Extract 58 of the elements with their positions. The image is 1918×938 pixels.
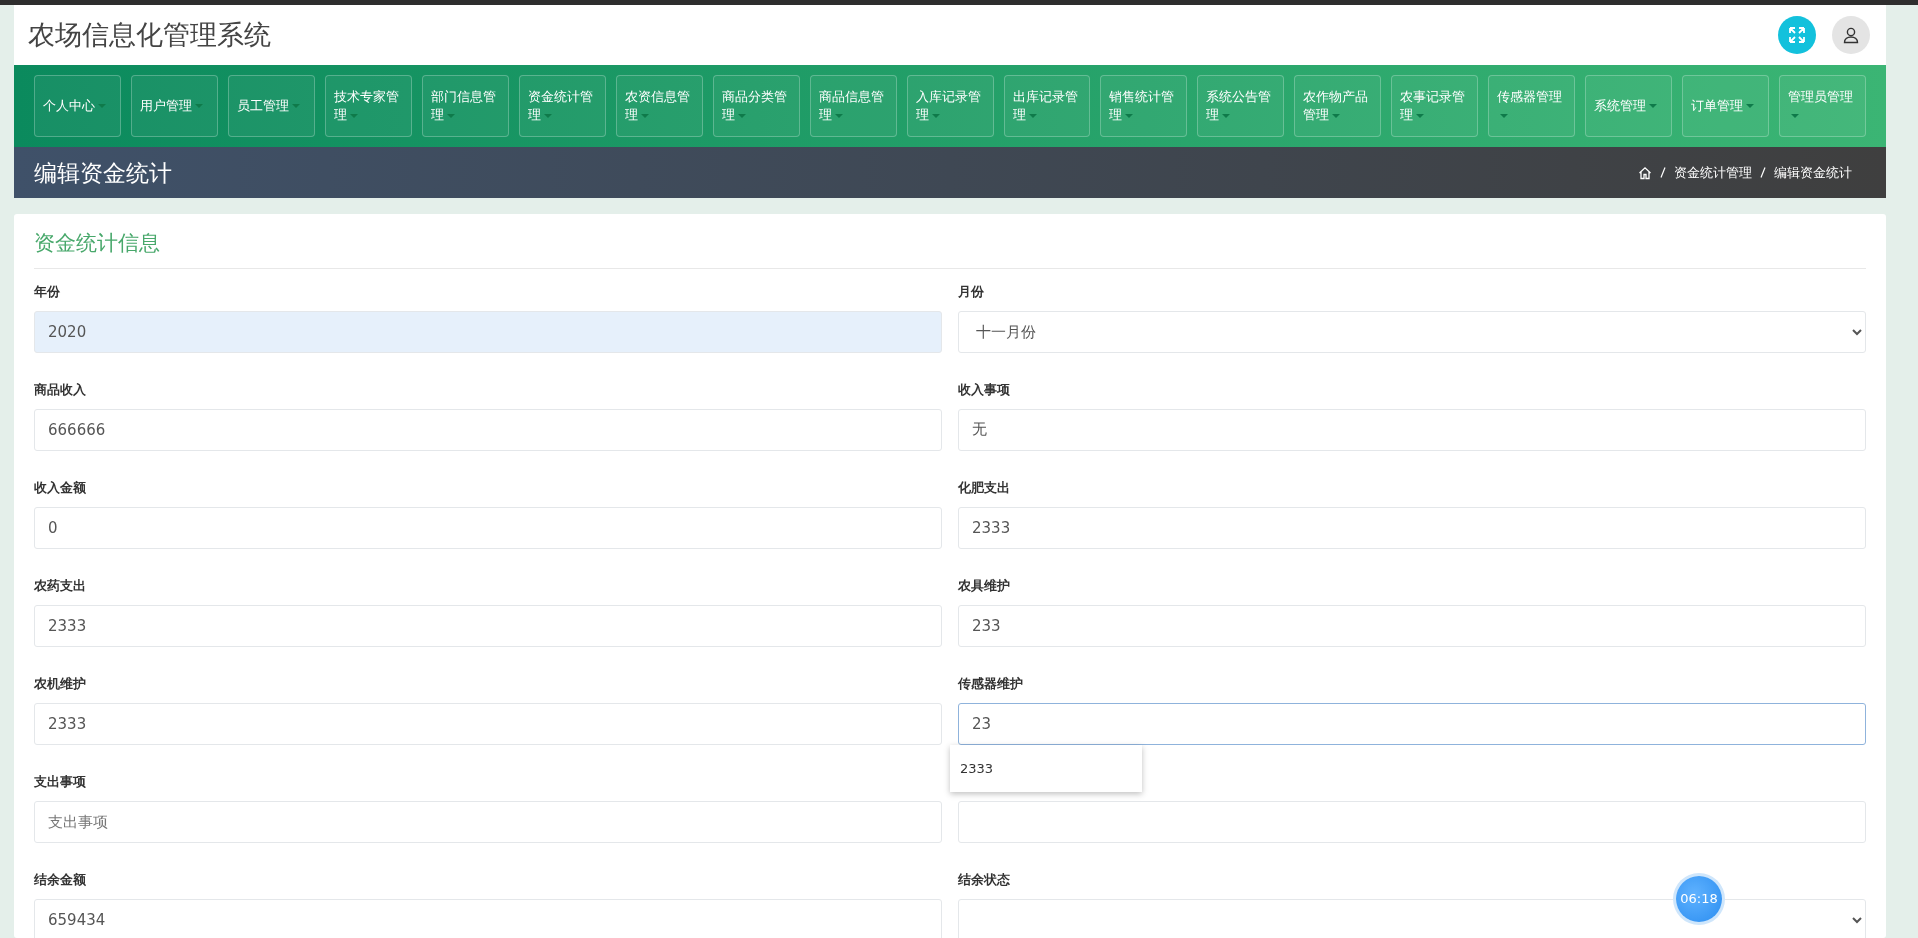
field-label: 传感器维护 (958, 674, 1024, 693)
page-title: 编辑资金统计 (34, 158, 172, 188)
nav-menu-item[interactable]: 销售统计管理 (1100, 75, 1188, 138)
expand-icon (1788, 26, 1806, 45)
timer-badge[interactable]: 06:18 (1676, 876, 1722, 922)
nav-menu-item[interactable]: 部门信息管理 (421, 75, 509, 138)
input-field[interactable] (958, 800, 1866, 843)
field-label: 农具维护 (958, 576, 1011, 595)
fullscreen-button[interactable] (1778, 16, 1816, 55)
breadcrumb-link[interactable]: 资金统计管理 (1674, 163, 1752, 183)
field-label: 商品收入 (34, 380, 87, 399)
nav-menu-item[interactable]: 系统公告管理 (1197, 75, 1285, 138)
nav-menu-item[interactable]: 农作物产品管理 (1294, 75, 1382, 138)
field-label: 结余状态 (958, 870, 1011, 889)
nav-menu-item[interactable]: 出库记录管理 (1003, 75, 1091, 138)
breadcrumb-separator-icon (1760, 167, 1766, 179)
input-field[interactable]: 2333 (34, 702, 942, 745)
nav-menu-item[interactable]: 管理员管理 (1779, 75, 1867, 138)
home-icon[interactable] (1638, 165, 1652, 180)
field-label: 支出事项 (34, 772, 87, 791)
nav-menu-item[interactable]: 传感器管理 (1488, 75, 1576, 138)
field-label: 农机维护 (34, 674, 87, 693)
input-field[interactable]: 2020 (34, 310, 942, 353)
nav-menu-item[interactable]: 技术专家管理 (324, 75, 412, 138)
app-title: 农场信息化管理系统 (28, 17, 271, 52)
input-field[interactable]: 666666 (34, 408, 942, 451)
breadcrumb-separator-icon (1660, 167, 1666, 179)
input-field[interactable]: 659434 (34, 898, 942, 938)
input-field[interactable]: 2333 (958, 506, 1866, 549)
nav-menu-item[interactable]: 商品分类管理 (712, 75, 800, 138)
nav-menu-item[interactable]: 资金统计管理 (518, 75, 606, 138)
suggestion-item[interactable]: 2333 (950, 752, 1142, 785)
nav-menu-item[interactable]: 系统管理 (1585, 75, 1673, 138)
user-icon (1842, 26, 1860, 45)
nav-menu-item[interactable]: 员工管理 (227, 75, 315, 138)
nav-menu-item[interactable]: 入库记录管理 (906, 75, 994, 138)
input-field[interactable]: 2333 (34, 604, 942, 647)
field-label: 月份 (958, 282, 985, 301)
nav-menu-item[interactable]: 用户管理 (130, 75, 218, 138)
field-label: 农药支出 (34, 576, 87, 595)
select-field[interactable]: 十一月份 (958, 310, 1866, 353)
field-label: 化肥支出 (958, 478, 1011, 497)
nav-menu-item[interactable]: 商品信息管理 (809, 75, 897, 138)
input-field[interactable]: 支出事项 (34, 800, 942, 843)
input-field[interactable]: 233 (958, 604, 1866, 647)
input-field[interactable]: 23 (958, 702, 1866, 745)
nav-menu-item[interactable]: 订单管理 (1682, 75, 1770, 138)
field-label: 收入事项 (958, 380, 1011, 399)
field-label: 收入金额 (34, 478, 87, 497)
field-label: 年份 (34, 282, 61, 301)
nav-menu-item[interactable]: 农资信息管理 (615, 75, 703, 138)
nav-menu-item[interactable]: 个人中心 (34, 75, 121, 138)
input-field[interactable]: 无 (958, 408, 1866, 451)
form-title: 资金统计信息 (34, 228, 1866, 269)
nav-menu-item[interactable]: 农事记录管理 (1391, 75, 1479, 138)
input-field[interactable]: 0 (34, 506, 942, 549)
field-label: 结余金额 (34, 870, 87, 889)
user-button[interactable] (1832, 16, 1870, 55)
